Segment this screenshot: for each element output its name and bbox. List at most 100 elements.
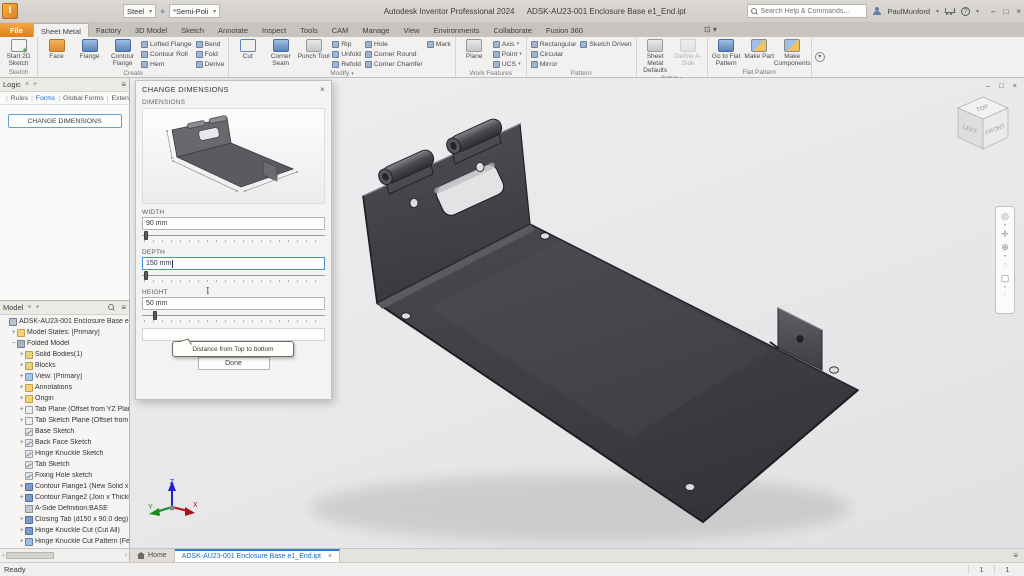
scroll-left-icon[interactable]: ‹ (2, 552, 4, 559)
help-icon[interactable]: ? (961, 7, 970, 16)
ribbon-tab[interactable]: Fusion 360 (539, 23, 590, 37)
height-slider[interactable] (142, 311, 325, 324)
orbit-icon[interactable]: ◌ (999, 259, 1011, 271)
tree-expander[interactable]: − (10, 340, 17, 347)
ribbon-button[interactable]: Contour Flange (106, 38, 139, 67)
chevron-down-icon[interactable]: ▾ (1004, 254, 1006, 258)
chevron-down-icon[interactable]: ▾ (976, 8, 979, 15)
tree-expander[interactable]: + (18, 362, 25, 369)
ribbon-group-label[interactable]: Work Features (458, 69, 524, 78)
tree-item[interactable]: + Contour Flange1 (New Solid x Thickn (0, 481, 129, 492)
scroll-right-icon[interactable]: › (125, 552, 127, 559)
zoom-icon[interactable]: ⊕ (999, 241, 1011, 253)
ribbon-button[interactable]: Define A-Side (672, 38, 705, 67)
ribbon-group-label[interactable]: Create (40, 69, 226, 78)
ribbon-button-small[interactable]: Rectangular (531, 39, 577, 49)
chevron-down-icon[interactable]: ▾ (1004, 285, 1006, 289)
pan-icon[interactable]: ✛ (999, 228, 1011, 240)
tree-item[interactable]: + Hinge Knuckle Cut Pattern (Features (0, 536, 129, 547)
tree-item[interactable]: + Contour Flange2 (Join x Thickness) (0, 492, 129, 503)
search-box[interactable] (747, 4, 867, 18)
tree-expander[interactable]: + (10, 329, 17, 336)
ribbon-button-small[interactable]: Circular (531, 49, 577, 59)
tree-item[interactable]: + Closing Tab (d150 x 90.0 deg) (0, 514, 129, 525)
tree-item[interactable]: + Annotations (0, 382, 129, 393)
tree-item[interactable]: Hinge Knuckle Sketch (0, 448, 129, 459)
look-at-icon[interactable]: ▢ (999, 272, 1011, 284)
ribbon-button-small[interactable]: Bend (196, 39, 225, 49)
tree-expander[interactable]: + (18, 494, 25, 501)
tree-expander[interactable]: + (18, 406, 25, 413)
restore-button[interactable]: □ (1003, 7, 1008, 16)
ribbon-button[interactable]: Plane (458, 38, 491, 60)
document-tab-active[interactable]: ADSK-AU23-001 Enclosure Base e1_End.ipt … (175, 549, 340, 562)
ribbon-button-small[interactable]: Corner Chamfer (365, 59, 423, 69)
done-button[interactable]: Done (198, 357, 270, 370)
ribbon-group-label[interactable]: Flat Pattern (710, 68, 809, 77)
ribbon-button-small[interactable]: Lofted Flange (141, 39, 192, 49)
height-slider-handle[interactable] (153, 311, 157, 320)
tree-item[interactable]: + View: [Primary] (0, 371, 129, 382)
user-name[interactable]: PaulMunford (887, 7, 930, 16)
ribbon-tab[interactable]: Environments (427, 23, 487, 37)
full-navigation-wheel-icon[interactable]: ◎ (999, 210, 1011, 222)
ribbon-button[interactable]: Sheet Metal Defaults (639, 38, 672, 74)
view-cube[interactable]: TOP LEFT FRONT (952, 91, 1014, 157)
ribbon-tab[interactable]: 3D Model (128, 23, 174, 37)
ribbon-button[interactable]: Flange (73, 38, 106, 67)
tab-close-icon[interactable]: × (328, 553, 332, 560)
home-tab[interactable]: Home (130, 549, 175, 562)
ribbon-tab[interactable]: Collaborate (487, 23, 539, 37)
dialog-header[interactable]: CHANGE DIMENSIONS × (142, 81, 325, 97)
ribbon-group-label[interactable]: Pattern (529, 69, 634, 78)
ribbon-tab[interactable]: View (397, 23, 427, 37)
ribbon-button[interactable]: Make Components (776, 38, 809, 67)
ribbon-button-small[interactable]: Refold (332, 59, 361, 69)
ribbon-tab[interactable]: Manage (355, 23, 396, 37)
ribbon-button[interactable]: Corner Seam (264, 38, 297, 67)
tree-expander[interactable]: + (18, 527, 25, 534)
logic-tab[interactable]: Global Forms (55, 95, 104, 102)
tree-item[interactable]: + Blocks (0, 360, 129, 371)
logic-tab[interactable]: Forms (28, 95, 55, 102)
store-cart-icon[interactable] (945, 7, 955, 15)
ribbon-button-small[interactable]: Rip (332, 39, 361, 49)
nav-settings-icon[interactable]: ◦ (1004, 292, 1006, 298)
menu-icon[interactable]: ≡ (121, 80, 126, 89)
ribbon-tab[interactable]: Inspect (255, 23, 293, 37)
tree-expander[interactable]: + (18, 483, 25, 490)
ribbon-button-small[interactable]: Derive (196, 59, 225, 69)
logic-tab[interactable]: Exten (104, 95, 129, 102)
width-slider[interactable] (142, 231, 325, 244)
depth-input[interactable]: 150 mm (142, 257, 325, 270)
ribbon-tab[interactable]: File (0, 23, 33, 37)
tree-item[interactable]: + Solid Bodies(1) (0, 349, 129, 360)
height-input[interactable]: 50 mm I (142, 297, 325, 310)
tree-expander[interactable]: + (18, 395, 25, 402)
ribbon-button[interactable]: Go to Flat Pattern (710, 38, 743, 67)
tree-horizontal-scrollbar[interactable]: ‹ › (0, 549, 130, 562)
ribbon-button-small[interactable]: Sketch Driven (580, 39, 631, 49)
ribbon-tab[interactable]: Annotate (211, 23, 255, 37)
ribbon-tab[interactable]: Sheet Metal (33, 23, 89, 37)
ribbon-tab[interactable]: Tools (293, 23, 325, 37)
scrollbar-thumb[interactable] (6, 552, 54, 559)
tree-item[interactable]: + Tab Plane (Offset from YZ Plane (Sid (0, 404, 129, 415)
tree-item[interactable]: + Model States: [Primary] (0, 327, 129, 338)
tree-item[interactable]: + Hinge Knuckle Cut (Cut All) (0, 525, 129, 536)
ribbon-button[interactable]: Punch Tool (297, 38, 330, 67)
ribbon-button[interactable]: Cut (231, 38, 264, 67)
minimize-button[interactable]: – (991, 7, 995, 16)
ribbon-collapse-button[interactable]: ▾ (812, 37, 828, 77)
tree-expander[interactable]: + (18, 417, 25, 424)
tree-expander[interactable]: + (18, 384, 25, 391)
appearance-dropdown[interactable]: *Semi-Poli▾ (169, 4, 220, 18)
ribbon-group-label[interactable]: Modify ▾ (231, 69, 453, 78)
inventor-logo-icon[interactable]: I (2, 3, 18, 19)
menu-icon[interactable]: ≡ (121, 303, 126, 312)
change-dimensions-button[interactable]: CHANGE DIMENSIONS (8, 114, 122, 128)
ribbon-tab[interactable]: CAM (325, 23, 356, 37)
logic-tab[interactable]: Rules (3, 95, 28, 102)
tree-item[interactable]: + Back Face Sketch (0, 437, 129, 448)
ribbon-button-small[interactable]: Axis▾ (493, 39, 522, 49)
